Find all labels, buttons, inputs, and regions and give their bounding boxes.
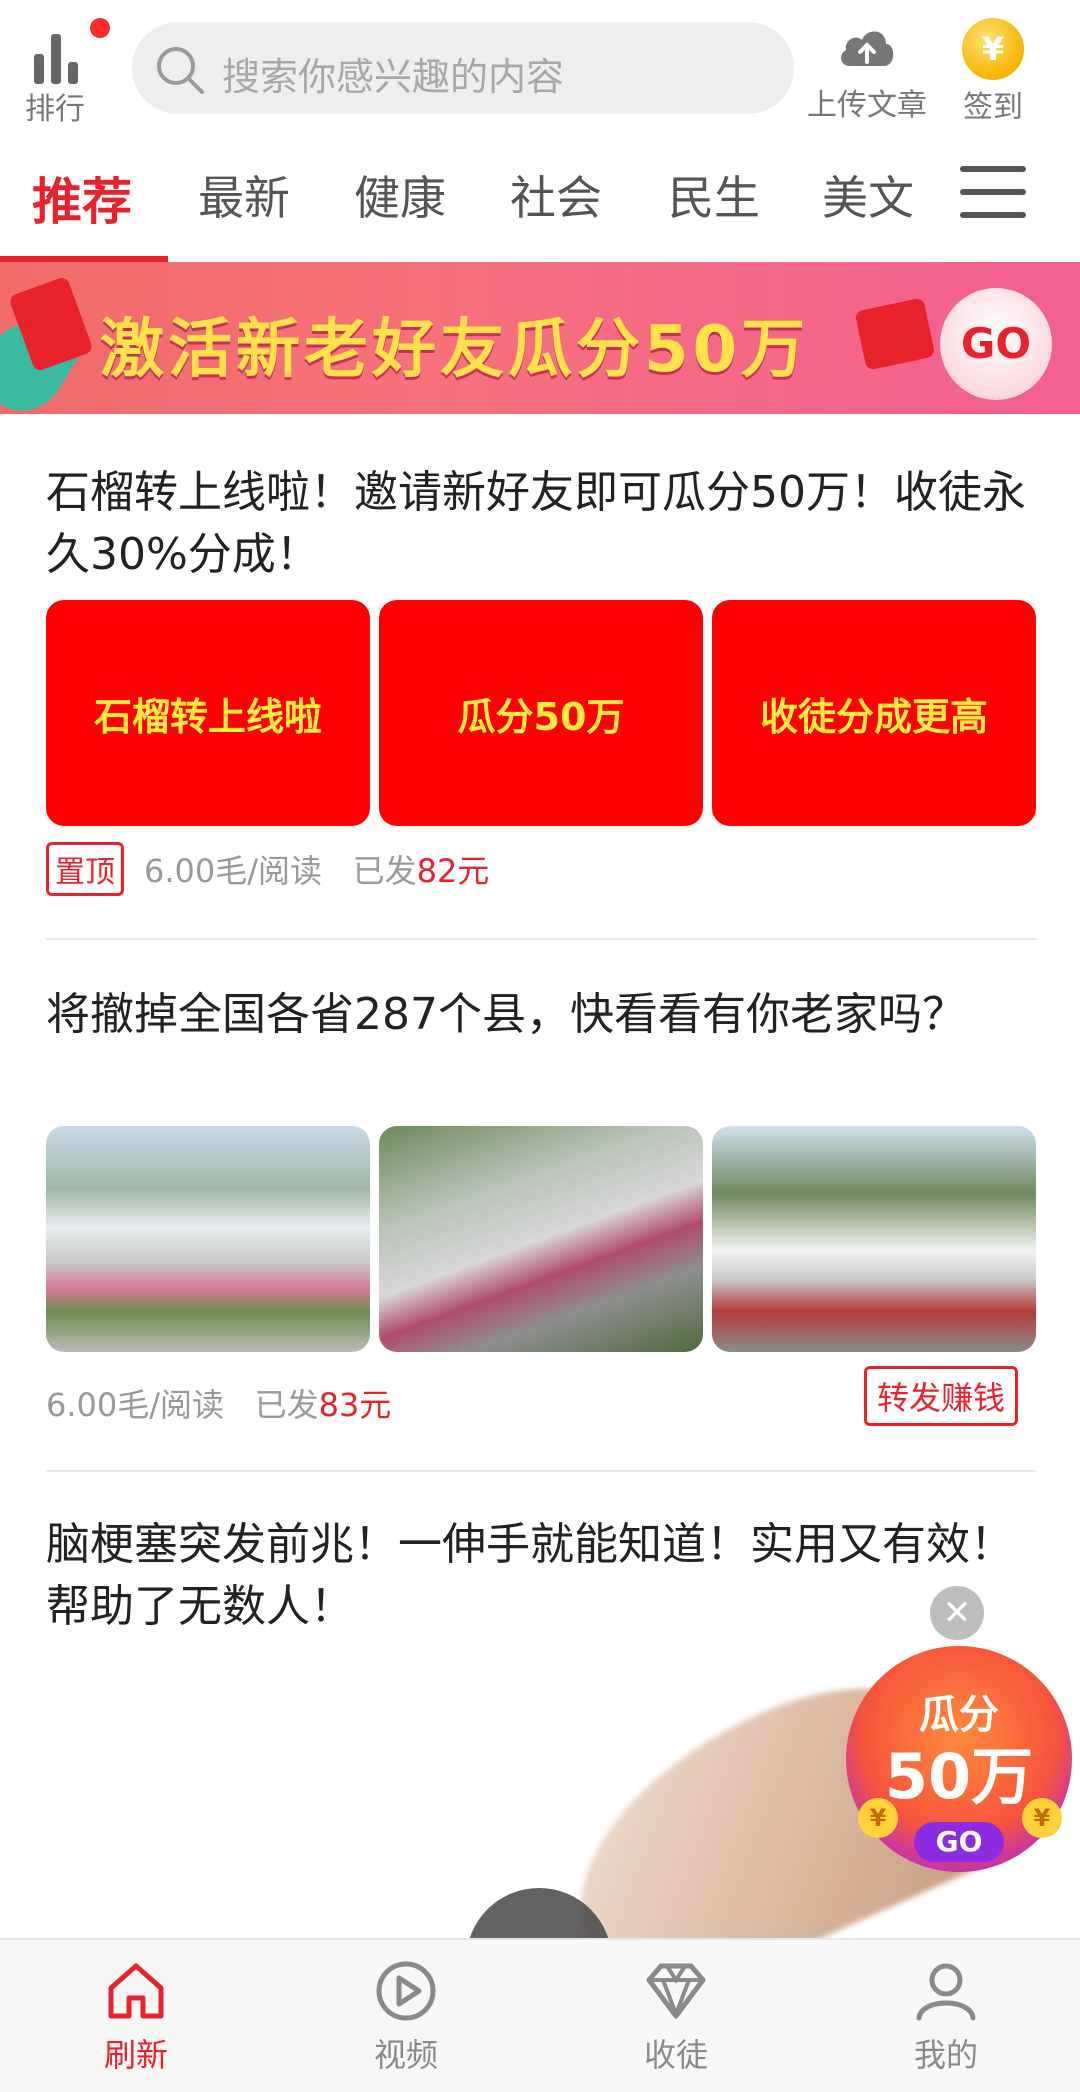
pinned-badge: 置顶 [46, 842, 124, 896]
nav-video[interactable]: 视频 [326, 1958, 486, 2088]
article-title[interactable]: 将撤掉全国各省287个县，快看看有你老家吗？ [46, 984, 986, 1046]
banner-go-button[interactable]: GO [940, 288, 1052, 400]
bar-chart-icon [34, 34, 78, 84]
nav-label: 收徒 [643, 2036, 708, 2074]
thumbnail-text: 石榴转上线啦 [93, 694, 322, 739]
bottom-nav: 刷新 视频 收徒 我的 [0, 1938, 1080, 2092]
sent-prefix: 已发 [254, 1386, 319, 1424]
article-meta: 6.00毛/阅读 已发83元 [46, 1380, 391, 1426]
floating-promo-badge[interactable]: 瓜分 50万 ¥ ¥ GO [846, 1646, 1072, 1872]
coin-icon: ¥ [858, 1798, 898, 1838]
rank-label: 排行 [25, 92, 85, 127]
read-rate: 6.00毛/阅读 [46, 1386, 225, 1424]
category-tabs: 推荐 最新 健康 社会 民生 美文 [0, 138, 1080, 262]
nav-label: 视频 [373, 2036, 438, 2074]
tab-society[interactable]: 社会 [510, 162, 602, 228]
banner-text: 激活新老好友瓜分50万 [100, 313, 810, 387]
nav-refresh[interactable]: 刷新 [56, 1958, 216, 2088]
promo-thumbnail[interactable]: 石榴转上线啦 [46, 600, 370, 826]
divider [46, 1470, 1036, 1472]
thumbnail-text: 收徒分成更高 [759, 694, 988, 739]
tab-latest[interactable]: 最新 [198, 162, 290, 228]
search-input[interactable]: 搜索你感兴趣的内容 [132, 22, 794, 114]
nav-label: 刷新 [103, 2036, 168, 2074]
cloud-upload-icon [841, 31, 894, 67]
search-icon [157, 47, 204, 94]
article-title[interactable]: 石榴转上线啦！邀请新好友即可瓜分50万！收徒永久30%分成！ [46, 462, 1036, 586]
village-photo[interactable] [712, 1126, 1036, 1352]
tab-recommend[interactable]: 推荐 [32, 162, 132, 234]
tab-livelihood[interactable]: 民生 [668, 162, 760, 228]
signin-label: 签到 [963, 90, 1023, 125]
search-placeholder: 搜索你感兴趣的内容 [222, 55, 565, 99]
article-card[interactable]: 将撤掉全国各省287个县，快看看有你老家吗？ 6.00毛/阅读 已发83元 转发… [46, 984, 1036, 1426]
tab-health[interactable]: 健康 [354, 162, 446, 228]
tab-essay[interactable]: 美文 [822, 162, 914, 228]
village-photo[interactable] [379, 1126, 703, 1352]
coin-icon: ¥ [1022, 1798, 1062, 1838]
article-card[interactable]: 脑梗塞突发前兆！一伸手就能知道！实用又有效！帮助了无数人！ [46, 1514, 1036, 1638]
menu-icon[interactable] [960, 166, 1026, 226]
article-card[interactable]: 石榴转上线啦！邀请新好友即可瓜分50万！收徒永久30%分成！ 石榴转上线啦 瓜分… [46, 462, 1036, 896]
nav-apprentice[interactable]: 收徒 [596, 1958, 756, 2088]
red-envelope-icon [854, 297, 936, 371]
diamond-icon [646, 1963, 706, 2020]
nav-label: 我的 [913, 2036, 978, 2074]
play-icon [376, 1961, 436, 2021]
home-icon [108, 1963, 164, 2019]
promo-banner[interactable]: 激活新老好友瓜分50万 GO [0, 262, 1080, 414]
read-rate: 6.00毛/阅读 [144, 852, 323, 890]
article-meta: 置顶 6.00毛/阅读 已发82元 [46, 842, 489, 896]
sent-amount: 83元 [318, 1386, 392, 1424]
badge-go-button[interactable]: GO [914, 1822, 1004, 1862]
close-icon[interactable]: ✕ [930, 1586, 984, 1640]
sent-prefix: 已发 [352, 852, 417, 890]
upload-label: 上传文章 [807, 88, 927, 123]
article-thumbnails [46, 1126, 1036, 1352]
thumbnail-text: 瓜分50万 [457, 694, 625, 739]
promo-thumbnail[interactable]: 瓜分50万 [379, 600, 703, 826]
top-bar: 排行 搜索你感兴趣的内容 上传文章 ¥ 签到 [0, 0, 1080, 138]
village-photo[interactable] [46, 1126, 370, 1352]
article-thumbnails: 石榴转上线啦 瓜分50万 收徒分成更高 [46, 600, 1036, 826]
article-title[interactable]: 脑梗塞突发前兆！一伸手就能知道！实用又有效！帮助了无数人！ [46, 1514, 1036, 1638]
coin-icon: ¥ [962, 18, 1024, 80]
promo-thumbnail[interactable]: 收徒分成更高 [712, 600, 1036, 826]
notification-dot [90, 18, 110, 38]
rank-button[interactable]: 排行 [20, 14, 110, 127]
nav-mine[interactable]: 我的 [866, 1958, 1026, 2088]
user-icon [916, 1963, 976, 2021]
upload-article-button[interactable]: 上传文章 [804, 20, 930, 130]
signin-button[interactable]: ¥ 签到 [952, 16, 1034, 130]
divider [46, 938, 1036, 940]
share-earn-button[interactable]: 转发赚钱 [864, 1366, 1019, 1426]
sent-amount: 82元 [416, 852, 490, 890]
